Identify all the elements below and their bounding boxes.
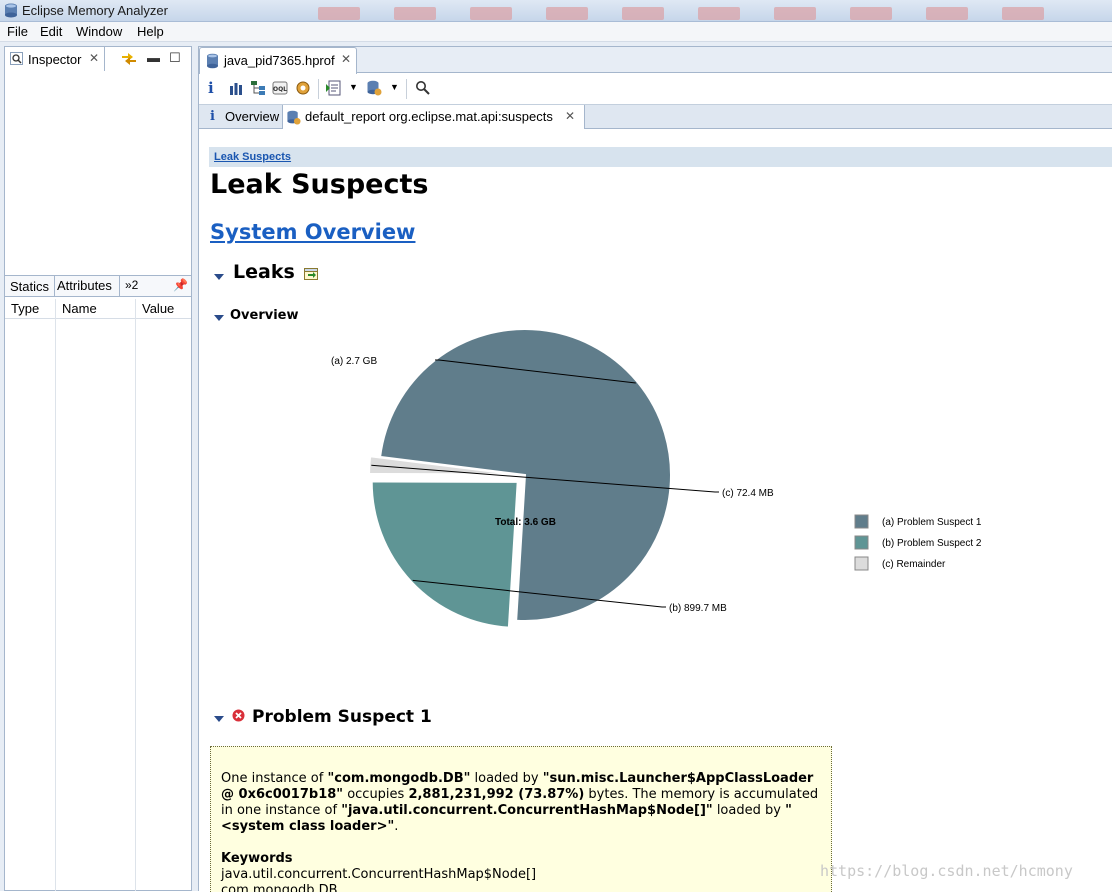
info-icon[interactable]: i — [208, 79, 224, 97]
maximize-icon[interactable]: ☐ — [169, 50, 181, 66]
thread-overview-icon[interactable] — [295, 80, 311, 96]
column-divider[interactable] — [55, 299, 56, 891]
tab-overview[interactable]: i Overview — [199, 105, 283, 129]
keyword-item: java.util.concurrent.ConcurrentHashMap$N… — [221, 867, 537, 882]
column-name[interactable]: Name — [62, 301, 97, 316]
run-report-icon[interactable] — [326, 80, 342, 96]
problem-suspect-heading: Problem Suspect 1 — [252, 707, 432, 727]
slice-label-c: (c) 72.4 MB — [722, 488, 774, 499]
svg-text:OQL: OQL — [273, 86, 287, 93]
slice-label-a: (a) 2.7 GB — [331, 356, 377, 367]
editor-tab-bar: java_pid7365.hprof ✕ — [199, 47, 1112, 74]
database-icon — [207, 53, 218, 69]
menu-file[interactable]: File — [7, 24, 28, 39]
pin-icon[interactable]: 📌 — [173, 278, 188, 292]
more-tabs-button[interactable]: »2 — [119, 276, 138, 296]
collapse-toggle-icon[interactable] — [214, 716, 224, 722]
blurred-region — [698, 7, 740, 20]
pie-slice-b — [370, 480, 519, 629]
menu-edit[interactable]: Edit — [40, 24, 62, 39]
page-title: Leak Suspects — [210, 169, 429, 200]
legend-swatch — [854, 514, 869, 529]
link-editor-icon[interactable] — [120, 51, 138, 67]
oql-icon[interactable]: OQL — [272, 80, 288, 96]
legend-swatch — [854, 535, 869, 550]
chart-total-label: Total: 3.6 GB — [495, 517, 556, 528]
tab-default-report-label: default_report org.eclipse.mat.api:suspe… — [305, 109, 553, 124]
editor-toolbar: i OQL ▼ ▼ — [199, 74, 1112, 104]
info-icon: i — [210, 109, 215, 124]
column-type[interactable]: Type — [11, 301, 39, 316]
toolbar-separator — [406, 79, 407, 99]
report-icon — [287, 110, 301, 125]
blurred-region — [926, 7, 968, 20]
blurred-region — [318, 7, 360, 20]
tab-heap-dump-label: java_pid7365.hprof — [224, 53, 335, 68]
legend-label: (b) Problem Suspect 2 — [882, 538, 982, 549]
column-divider[interactable] — [135, 299, 136, 891]
column-value[interactable]: Value — [142, 301, 174, 316]
collapse-toggle-icon[interactable] — [214, 274, 224, 280]
magnifier-icon — [10, 52, 23, 65]
system-overview-link[interactable]: System Overview — [210, 220, 415, 244]
app-icon — [5, 3, 17, 18]
tab-inspector-label: Inspector — [28, 52, 82, 67]
leaks-heading: Leaks — [233, 261, 295, 283]
blurred-region — [394, 7, 436, 20]
toolbar-separator — [318, 79, 319, 99]
editor-area: java_pid7365.hprof ✕ i OQL ▼ ▼ i Overvie… — [198, 46, 1112, 892]
blurred-region — [546, 7, 588, 20]
blurred-region — [622, 7, 664, 20]
blurred-region — [850, 7, 892, 20]
suspect-summary: One instance of "com.mongodb.DB" loaded … — [221, 771, 819, 834]
histogram-icon[interactable] — [228, 80, 244, 96]
dominator-tree-icon[interactable] — [250, 80, 266, 96]
menu-window[interactable]: Window — [76, 24, 122, 39]
chevron-down-icon[interactable]: ▼ — [349, 82, 358, 92]
breadcrumb-leak-suspects[interactable]: Leak Suspects — [214, 151, 291, 163]
window-title-bar: Eclipse Memory Analyzer — [0, 0, 1112, 22]
tab-statics[interactable]: Statics — [10, 279, 49, 294]
window-title: Eclipse Memory Analyzer — [22, 3, 168, 18]
report-tab-bar: i Overview default_report org.eclipse.ma… — [199, 104, 1112, 129]
close-icon[interactable]: ✕ — [565, 109, 575, 123]
leak-suspects-pie-chart: (a) 2.7 GB (b) 899.7 MB (c) 72.4 MB Total: … — [331, 328, 982, 629]
blurred-region — [774, 7, 816, 20]
open-in-editor-icon[interactable] — [304, 267, 319, 281]
search-icon[interactable] — [415, 80, 431, 96]
close-icon[interactable]: ✕ — [89, 51, 99, 65]
tab-default-report[interactable]: default_report org.eclipse.mat.api:suspe… — [283, 105, 585, 129]
slice-label-b: (b) 899.7 MB — [669, 603, 727, 614]
inspector-subtabs: Statics Attributes »2 📌 — [5, 275, 191, 297]
tab-heap-dump[interactable]: java_pid7365.hprof ✕ — [199, 47, 357, 74]
tab-attributes[interactable]: Attributes — [54, 276, 112, 296]
query-browser-icon[interactable] — [366, 80, 382, 96]
error-icon — [232, 709, 245, 722]
blurred-region — [1002, 7, 1044, 20]
minimize-icon[interactable]: ▬ — [147, 50, 160, 65]
problem-suspect-description: One instance of "com.mongodb.DB" loaded … — [210, 746, 832, 892]
blurred-region — [470, 7, 512, 20]
watermark: https://blog.csdn.net/hcmony — [820, 862, 1073, 880]
chevron-down-icon[interactable]: ▼ — [390, 82, 399, 92]
inspector-tab-bar: Inspector ✕ ▬ ☐ — [5, 47, 191, 71]
breadcrumb: Leak Suspects — [209, 147, 1112, 167]
tab-overview-label: Overview — [225, 109, 280, 124]
close-icon[interactable]: ✕ — [341, 52, 351, 66]
keywords-label: Keywords — [221, 851, 293, 866]
menu-help[interactable]: Help — [137, 24, 164, 39]
legend-label: (a) Problem Suspect 1 — [882, 517, 982, 528]
tab-inspector[interactable]: Inspector ✕ — [5, 47, 105, 71]
report-content: Leak Suspects Leak Suspects System Overv… — [199, 129, 1112, 892]
legend-swatch — [854, 556, 869, 571]
inspector-panel: Inspector ✕ ▬ ☐ Statics Attributes »2 📌 … — [4, 46, 192, 891]
inspector-column-headers: Type Name Value — [5, 299, 191, 319]
legend-label: (c) Remainder — [882, 559, 946, 570]
menu-bar: File Edit Window Help — [0, 22, 1112, 42]
